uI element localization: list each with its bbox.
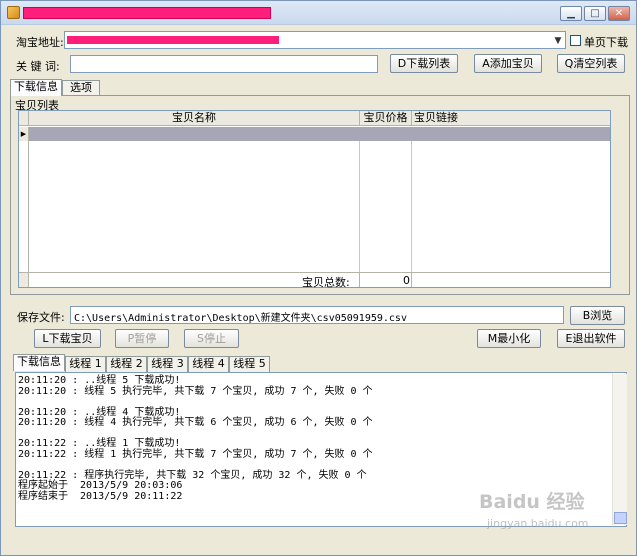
close-button[interactable]: ✕ (608, 6, 630, 21)
footer-corner (19, 273, 29, 287)
scrollbar-thumb[interactable] (614, 512, 627, 524)
log-line: 20:11:20 : ..线程 5 下载成功! (18, 375, 181, 386)
chevron-down-icon[interactable]: ▼ (552, 35, 564, 47)
column-header-price[interactable]: 宝贝价格 (360, 111, 412, 126)
clear-list-button[interactable]: Q清空列表 (557, 54, 625, 73)
browse-button[interactable]: B浏览 (570, 306, 625, 325)
title-bar[interactable]: ▁ □ ✕ (1, 1, 636, 25)
table-header: 宝贝名称 宝贝价格 宝贝链接 (19, 111, 610, 126)
tab-thread-4[interactable]: 线程 4 (188, 356, 229, 372)
add-item-button[interactable]: A添加宝贝 (474, 54, 542, 73)
baidu-watermark: Baidu 经验 (479, 491, 585, 513)
single-page-checkbox[interactable] (570, 35, 581, 46)
log-line: 20:11:22 : ..线程 1 下载成功! (18, 438, 181, 449)
table-footer: 宝贝总数: 0 (19, 272, 610, 289)
minimize-button[interactable]: ▁ (560, 6, 582, 21)
download-items-button[interactable]: L下载宝贝 (34, 329, 101, 348)
log-line: 20:11:22 : 线程 1 执行完毕, 共下载 7 个宝贝, 成功 7 个,… (18, 448, 373, 460)
column-divider (359, 273, 360, 287)
exit-app-button[interactable]: E退出软件 (557, 329, 625, 348)
download-list-button[interactable]: D下载列表 (390, 54, 458, 73)
tab-thread-3[interactable]: 线程 3 (147, 356, 188, 372)
row-indicator-icon: ▶ (19, 127, 29, 141)
tab-thread-5[interactable]: 线程 5 (229, 356, 270, 372)
app-icon (7, 6, 20, 19)
log-scrollbar[interactable] (612, 374, 627, 525)
redacted-title (23, 7, 271, 19)
baidu-watermark-url: jingyan.baidu.com (487, 517, 589, 530)
minimize-app-button[interactable]: M最小化 (477, 329, 541, 348)
log-line: 20:11:20 : 线程 4 执行完毕, 共下载 6 个宝贝, 成功 6 个,… (18, 417, 373, 428)
url-label: 淘宝地址: (16, 36, 64, 49)
column-divider (411, 273, 412, 287)
item-total-value: 0 (403, 274, 410, 287)
keyword-input[interactable] (70, 55, 378, 73)
column-divider (411, 141, 412, 272)
redacted-url (67, 36, 279, 44)
column-header-link[interactable]: 宝贝链接 (412, 111, 610, 126)
log-line: 20:11:20 : 线程 5 执行完毕, 共下载 7 个宝贝, 成功 7 个,… (18, 385, 373, 397)
single-page-label: 单页下载 (584, 36, 628, 49)
row-header-divider (28, 141, 29, 272)
stop-button[interactable]: S停止 (184, 329, 239, 348)
save-file-label: 保存文件: (17, 311, 65, 324)
app-window: ▁ □ ✕ 淘宝地址: ▼ 单页下载 关 键 词: D下载列表 A添加宝贝 Q清… (0, 0, 637, 556)
tab-thread-2[interactable]: 线程 2 (106, 356, 147, 372)
pause-button[interactable]: P暂停 (115, 329, 169, 348)
tab-log-download-info[interactable]: 下载信息 (13, 354, 65, 371)
header-corner (19, 111, 29, 126)
tab-options[interactable]: 选项 (62, 80, 100, 96)
column-header-name[interactable]: 宝贝名称 (29, 111, 360, 126)
column-divider (359, 141, 360, 272)
item-total-label: 宝贝总数: (302, 276, 350, 289)
maximize-button[interactable]: □ (584, 6, 606, 21)
tab-download-info[interactable]: 下载信息 (10, 79, 62, 96)
item-table[interactable]: 宝贝名称 宝贝价格 宝贝链接 ▶ 宝贝总数: 0 (18, 110, 611, 289)
keyword-label: 关 键 词: (16, 60, 60, 73)
tab-thread-1[interactable]: 线程 1 (65, 356, 106, 372)
save-path-input[interactable]: C:\Users\Administrator\Desktop\新建文件夹\csv… (70, 306, 564, 324)
table-row[interactable] (29, 127, 610, 141)
